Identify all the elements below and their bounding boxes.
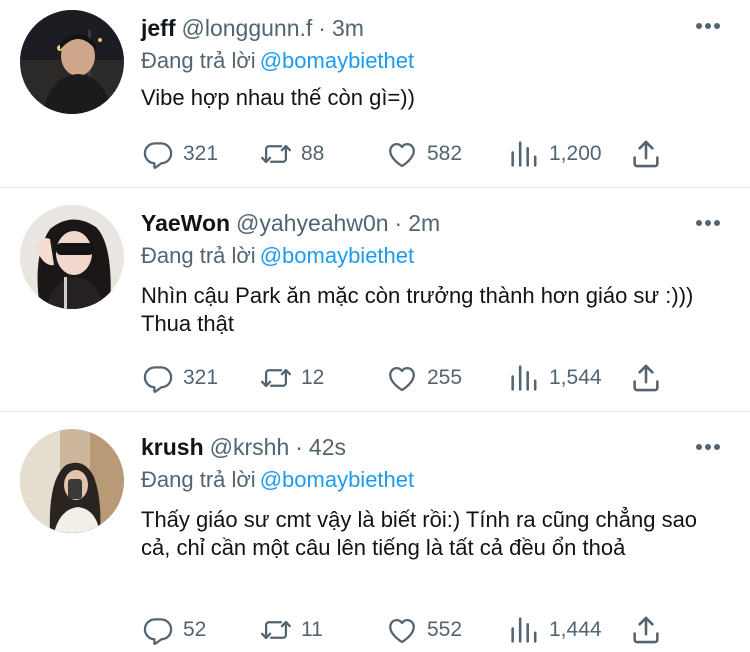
retweet-count: 12: [301, 366, 325, 389]
retweet-count: 88: [301, 142, 325, 165]
views-icon: [507, 613, 541, 647]
replying-label: Đang trả lời: [141, 467, 256, 492]
views-button[interactable]: 1,200: [507, 136, 602, 172]
display-name[interactable]: YaeWon: [141, 208, 230, 238]
display-name[interactable]: jeff: [141, 13, 176, 43]
heart-icon: [385, 137, 419, 171]
reply-button[interactable]: 321: [141, 136, 218, 172]
like-count: 552: [427, 618, 463, 641]
separator: ·: [394, 210, 403, 236]
avatar[interactable]: [20, 10, 124, 114]
share-icon: [629, 613, 663, 647]
tweet[interactable]: krush @krshh · 42s Đang trả lời @bomaybie…: [0, 412, 750, 652]
tweet-text: Vibe hợp nhau thế còn gì=)): [141, 85, 415, 110]
like-button[interactable]: 582: [385, 136, 462, 172]
replying-to: Đang trả lời @bomaybiethet: [141, 465, 414, 495]
user-handle[interactable]: @krshh: [210, 432, 290, 462]
timestamp[interactable]: 42s: [309, 432, 346, 462]
retweet-button[interactable]: 12: [259, 360, 324, 396]
tweet[interactable]: YaeWon @yahyeahw0n · 2m Đang trả lời @bom…: [0, 188, 750, 412]
timestamp[interactable]: 2m: [408, 208, 440, 238]
retweet-count: 11: [301, 618, 323, 641]
avatar[interactable]: [20, 205, 124, 309]
mention-link[interactable]: @bomaybiethet: [260, 467, 414, 492]
retweet-icon: [259, 137, 293, 171]
tweet-header: YaeWon @yahyeahw0n · 2m: [141, 208, 440, 238]
retweet-icon: [259, 361, 293, 395]
more-icon[interactable]: [696, 219, 720, 227]
views-icon: [507, 361, 541, 395]
action-bar: 321 88 582 1,200: [141, 136, 671, 172]
view-count: 1,444: [549, 618, 602, 641]
share-button[interactable]: [629, 136, 663, 172]
tweet-header: jeff @longgunn.f · 3m: [141, 13, 364, 43]
separator: ·: [295, 434, 303, 460]
action-bar: 321 12 255 1,544: [141, 360, 671, 396]
replying-label: Đang trả lời: [141, 243, 256, 268]
view-count: 1,200: [549, 142, 602, 165]
more-icon[interactable]: [696, 443, 720, 451]
replying-label: Đang trả lời: [141, 48, 256, 73]
user-handle[interactable]: @yahyeahw0n: [236, 208, 389, 238]
more-icon[interactable]: [696, 22, 720, 30]
views-icon: [507, 137, 541, 171]
tweet-text: Nhìn cậu Park ăn mặc còn trưởng thành hơ…: [141, 283, 694, 336]
mention-link[interactable]: @bomaybiethet: [260, 48, 414, 73]
like-button[interactable]: 255: [385, 360, 462, 396]
reply-icon: [141, 613, 175, 647]
replying-to: Đang trả lời @bomaybiethet: [141, 241, 414, 271]
replying-to: Đang trả lời @bomaybiethet: [141, 46, 414, 76]
reply-count: 52: [183, 618, 207, 641]
avatar[interactable]: [20, 429, 124, 533]
share-icon: [629, 361, 663, 395]
display-name[interactable]: krush: [141, 432, 204, 462]
like-count: 255: [427, 366, 463, 389]
reply-button[interactable]: 321: [141, 360, 218, 396]
views-button[interactable]: 1,544: [507, 360, 602, 396]
retweet-button[interactable]: 88: [259, 136, 324, 172]
separator: ·: [318, 15, 326, 41]
reply-icon: [141, 137, 175, 171]
heart-icon: [385, 613, 419, 647]
reply-icon: [141, 361, 175, 395]
tweet-header: krush @krshh · 42s: [141, 432, 346, 462]
heart-icon: [385, 361, 419, 395]
retweet-icon: [259, 613, 293, 647]
mention-link[interactable]: @bomaybiethet: [260, 243, 414, 268]
share-icon: [629, 137, 663, 171]
view-count: 1,544: [549, 366, 602, 389]
share-button[interactable]: [629, 360, 663, 396]
reply-count: 321: [183, 142, 219, 165]
tweet-text: Thấy giáo sư cmt vậy là biết rồi:) Tính …: [141, 507, 698, 560]
timestamp[interactable]: 3m: [332, 13, 364, 43]
tweet[interactable]: jeff @longgunn.f · 3m Đang trả lời @bomay…: [0, 0, 750, 188]
reply-count: 321: [183, 366, 219, 389]
like-count: 582: [427, 142, 463, 165]
user-handle[interactable]: @longgunn.f: [182, 13, 313, 43]
